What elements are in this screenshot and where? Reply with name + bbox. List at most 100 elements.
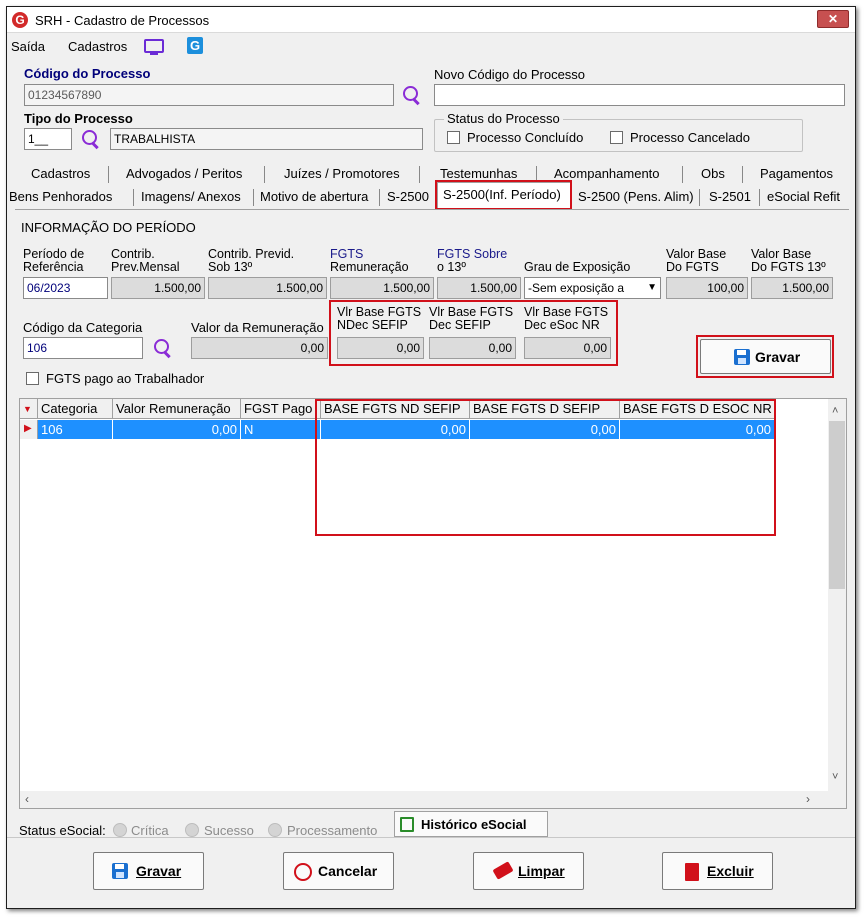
horizontal-scrollbar[interactable]: ‹ › bbox=[20, 791, 846, 808]
processo-cancelado-checkbox[interactable] bbox=[610, 131, 623, 144]
tab-acompanhamento[interactable]: Acompanhamento bbox=[554, 166, 660, 181]
ref-label-2: Referência bbox=[23, 260, 84, 274]
sucesso-radio[interactable] bbox=[185, 823, 199, 837]
g-logo-icon[interactable]: G bbox=[187, 37, 203, 54]
critica-radio[interactable] bbox=[113, 823, 127, 837]
codigo-processo-label: Código do Processo bbox=[24, 66, 151, 81]
floppy-icon bbox=[734, 349, 750, 365]
menu-cadastros[interactable]: Cadastros bbox=[68, 39, 127, 54]
processo-concluido-checkbox[interactable] bbox=[447, 131, 460, 144]
scroll-right-icon[interactable]: › bbox=[806, 792, 810, 806]
vbase-label-2: Do FGTS bbox=[666, 260, 719, 274]
grid-indicator-header: ▼ bbox=[20, 399, 38, 419]
menu-saida[interactable]: Saída bbox=[11, 39, 45, 54]
tab-separator bbox=[759, 189, 760, 206]
table-cell[interactable]: N bbox=[241, 420, 321, 439]
processamento-label: Processamento bbox=[287, 823, 378, 838]
categoria-grid[interactable]: ▼ Categoria Valor Remuneração FGST Pago … bbox=[19, 398, 847, 809]
col-base-d-sefip[interactable]: BASE FGTS D SEFIP bbox=[470, 399, 620, 419]
col-base-d-esoc-nr[interactable]: BASE FGTS D ESOC NR bbox=[620, 399, 775, 419]
gravar-button[interactable]: Gravar bbox=[93, 852, 204, 890]
critica-label: Crítica bbox=[131, 823, 169, 838]
window-title: SRH - Cadastro de Processos bbox=[35, 13, 210, 28]
tab-bens-penhorados[interactable]: Bens Penhorados bbox=[9, 189, 112, 204]
scroll-down-icon[interactable]: ˅ bbox=[832, 771, 838, 783]
cancel-icon bbox=[294, 863, 312, 881]
contrib13-label-2: Sob 13º bbox=[208, 260, 253, 274]
contrib-mensal-input[interactable]: 1.500,00 bbox=[111, 277, 205, 299]
grau-exposicao-select[interactable]: -Sem exposição a ▼ bbox=[524, 277, 661, 299]
tipo-code-input[interactable]: 1__ bbox=[24, 128, 72, 150]
search-categoria-icon[interactable] bbox=[153, 338, 173, 358]
col-fgst-pago[interactable]: FGST Pago bbox=[241, 399, 321, 419]
tab-cadastros[interactable]: Cadastros bbox=[31, 166, 90, 181]
search-codigo-icon[interactable] bbox=[402, 85, 422, 105]
historico-esocial-label: Histórico eSocial bbox=[421, 817, 527, 832]
fgts13-label-2: o 13º bbox=[437, 260, 466, 274]
excluir-button[interactable]: Excluir bbox=[662, 852, 773, 890]
vlr-base-dec-esoc-input[interactable]: 0,00 bbox=[524, 337, 611, 359]
tab-s2500-inf-periodo[interactable]: S-2500(Inf. Período) bbox=[443, 187, 561, 202]
close-button[interactable]: ✕ bbox=[817, 10, 849, 28]
dec-esoc-label-2: Dec eSoc NR bbox=[524, 318, 600, 332]
tab-imagens-anexos[interactable]: Imagens/ Anexos bbox=[141, 189, 241, 204]
cancelar-button[interactable]: Cancelar bbox=[283, 852, 394, 890]
scroll-up-icon[interactable]: ˄ bbox=[832, 405, 838, 417]
cancelar-label: Cancelar bbox=[318, 863, 378, 879]
gravar-periodo-button[interactable]: Gravar bbox=[700, 339, 831, 374]
historico-esocial-button[interactable]: Histórico eSocial bbox=[394, 811, 548, 837]
grau-label: Grau de Exposição bbox=[524, 260, 631, 274]
col-base-nd-sefip[interactable]: BASE FGTS ND SEFIP bbox=[321, 399, 470, 419]
processo-cancelado-label: Processo Cancelado bbox=[630, 130, 750, 145]
limpar-button[interactable]: Limpar bbox=[473, 852, 584, 890]
codigo-processo-input[interactable]: 01234567890 bbox=[24, 84, 394, 106]
table-cell[interactable]: 0,00 bbox=[620, 420, 775, 439]
processo-concluido-label: Processo Concluído bbox=[467, 130, 584, 145]
contrib-13-input[interactable]: 1.500,00 bbox=[208, 277, 327, 299]
vlr-base-dec-sefip-input[interactable]: 0,00 bbox=[429, 337, 516, 359]
row-indicator: ▶ bbox=[20, 420, 38, 439]
col-valor-remuneracao[interactable]: Valor Remuneração bbox=[113, 399, 241, 419]
tab-s2500-pens-alim[interactable]: S-2500 (Pens. Alim) bbox=[578, 189, 694, 204]
tab-pagamentos[interactable]: Pagamentos bbox=[760, 166, 833, 181]
fgts-pago-checkbox[interactable] bbox=[26, 372, 39, 385]
search-tipo-icon[interactable] bbox=[81, 129, 101, 149]
tab-motivo-abertura[interactable]: Motivo de abertura bbox=[260, 189, 368, 204]
periodo-referencia-input[interactable]: 06/2023 bbox=[23, 277, 108, 299]
categoria-input[interactable]: 106 bbox=[23, 337, 143, 359]
fgts-remuneracao-input[interactable]: 1.500,00 bbox=[330, 277, 434, 299]
monitor-icon[interactable] bbox=[144, 39, 164, 55]
valor-base-fgts-input[interactable]: 100,00 bbox=[666, 277, 748, 299]
valor-remuneracao-input[interactable]: 0,00 bbox=[191, 337, 328, 359]
tab-s2501[interactable]: S-2501 bbox=[709, 189, 751, 204]
tab-obs[interactable]: Obs bbox=[701, 166, 725, 181]
tab-separator bbox=[419, 166, 420, 183]
tab-separator bbox=[108, 166, 109, 183]
fgts-13-input[interactable]: 1.500,00 bbox=[437, 277, 521, 299]
table-cell[interactable]: 0,00 bbox=[321, 420, 470, 439]
tipo-processo-label: Tipo do Processo bbox=[24, 111, 133, 126]
novo-codigo-label: Novo Código do Processo bbox=[434, 67, 586, 82]
valor-base-fgts-13-input[interactable]: 1.500,00 bbox=[751, 277, 833, 299]
tab-juizes[interactable]: Juízes / Promotores bbox=[284, 166, 400, 181]
chevron-down-icon[interactable]: ▼ bbox=[647, 278, 657, 298]
tab-separator bbox=[742, 166, 743, 183]
eraser-icon bbox=[492, 861, 514, 880]
tab-s2500[interactable]: S-2500 bbox=[387, 189, 429, 204]
fgts-label-2: Remuneração bbox=[330, 260, 409, 274]
vbase13-label-2: Do FGTS 13º bbox=[751, 260, 826, 274]
scroll-thumb[interactable] bbox=[829, 421, 845, 589]
scroll-left-icon[interactable]: ‹ bbox=[25, 792, 29, 806]
tab-advogados[interactable]: Advogados / Peritos bbox=[126, 166, 242, 181]
col-categoria[interactable]: Categoria bbox=[38, 399, 113, 419]
tab-testemunhas[interactable]: Testemunhas bbox=[440, 166, 517, 181]
trash-icon bbox=[685, 863, 699, 881]
novo-codigo-input[interactable] bbox=[434, 84, 845, 106]
vlr-base-nd-sefip-input[interactable]: 0,00 bbox=[337, 337, 424, 359]
processamento-radio[interactable] bbox=[268, 823, 282, 837]
table-cell[interactable]: 106 bbox=[38, 420, 113, 439]
table-cell[interactable]: 0,00 bbox=[470, 420, 620, 439]
vertical-scrollbar[interactable]: ˄ ˅ bbox=[828, 399, 846, 792]
table-cell[interactable]: 0,00 bbox=[113, 420, 241, 439]
tab-esocial-refit[interactable]: eSocial Refit bbox=[767, 189, 840, 204]
